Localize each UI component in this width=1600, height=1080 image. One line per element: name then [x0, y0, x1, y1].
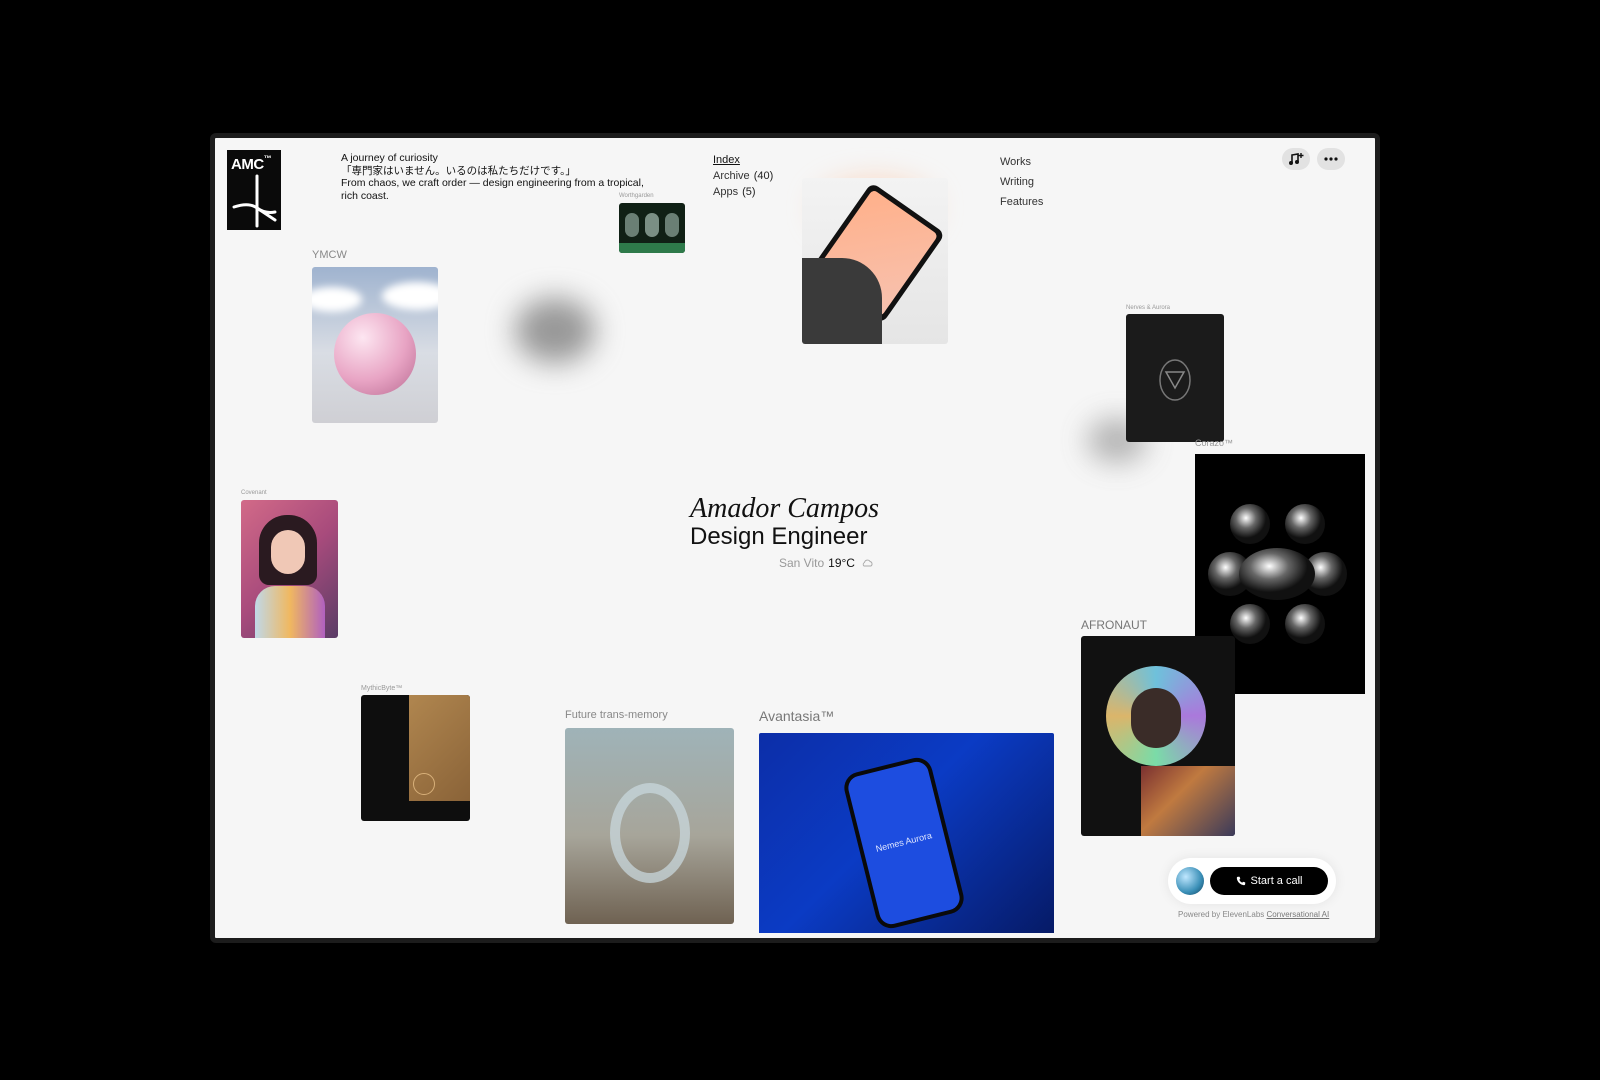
project-card-covenant[interactable]	[241, 500, 338, 638]
project-card-worthgarden[interactable]	[619, 203, 685, 253]
nav-archive-count: (40)	[753, 170, 774, 182]
phone-screen: Nemes Aurora	[845, 759, 963, 927]
site-tagline: A journey of curiosity 「専門家はいません。いるのは私たち…	[341, 152, 661, 202]
project-title-future-trans-memory: Future trans-memory	[565, 709, 668, 721]
project-card-future-trans-memory[interactable]	[565, 728, 734, 924]
nav-apps-label: Apps	[713, 186, 739, 198]
jacket-shape	[1141, 766, 1235, 836]
cloud-icon	[863, 559, 873, 567]
face-shape	[271, 530, 305, 574]
cloud-shape	[382, 282, 438, 310]
project-title-corazo: Corazo™	[1195, 438, 1234, 448]
nav-archive-label: Archive	[713, 170, 750, 182]
powered-by-text: Powered by ElevenLabs	[1178, 910, 1265, 919]
hero: Amador Campos Design Engineer San Vito 19…	[690, 493, 880, 570]
phone-icon	[1236, 876, 1245, 886]
tagline-line-2: 「専門家はいません。いるのは私たちだけです。」	[341, 164, 576, 177]
nav-apps[interactable]: Apps (5)	[713, 184, 773, 200]
start-call-label: Start a call	[1250, 875, 1303, 887]
nav-features[interactable]: Features	[1000, 192, 1043, 212]
project-card-nerves-aurora[interactable]	[1126, 314, 1224, 442]
green-base	[619, 243, 685, 253]
project-card-avantasia[interactable]: Nemes Aurora	[759, 733, 1054, 933]
agent-avatar	[1176, 867, 1204, 895]
iridescent-armor	[255, 586, 325, 638]
goblet-shape	[625, 213, 639, 237]
weather-readout: San Vito 19°C	[779, 556, 873, 570]
more-button[interactable]	[1317, 148, 1345, 170]
voice-call-widget: Start a call	[1168, 858, 1336, 904]
goblet-shape	[645, 213, 659, 237]
tagline-line-3: From chaos, we craft order — design engi…	[341, 177, 644, 189]
nav-index[interactable]: Index	[713, 152, 773, 168]
goblet-shape	[665, 213, 679, 237]
music-button[interactable]	[1282, 148, 1310, 170]
primary-nav: Index Archive (40) Apps (5)	[713, 152, 773, 200]
nav-works[interactable]: Works	[1000, 152, 1043, 172]
project-title-afronaut: AFRONAUT	[1081, 618, 1147, 632]
project-card-afronaut[interactable]	[1081, 636, 1235, 836]
conversational-ai-link[interactable]: Conversational AI	[1267, 910, 1330, 919]
project-card-tablet[interactable]	[802, 178, 948, 344]
more-dots-icon	[1324, 157, 1338, 161]
phone-screen-text: Nemes Aurora	[874, 830, 933, 854]
project-card-ymcw[interactable]	[312, 267, 438, 423]
tagline-line-4: rich coast.	[341, 189, 389, 202]
amc-logo[interactable]: AMC™	[227, 150, 281, 230]
project-title-covenant: Covenant	[241, 490, 267, 496]
project-title-worthgarden: Worthgarden	[619, 193, 654, 199]
powered-by: Powered by ElevenLabs Conversational AI	[1178, 910, 1329, 919]
project-title-avantasia: Avantasia™	[759, 708, 835, 724]
tagline-line-1: A journey of curiosity	[341, 152, 438, 164]
project-title-ymcw: YMCW	[312, 249, 347, 261]
hand-shape	[802, 258, 882, 344]
hero-role: Design Engineer	[690, 523, 868, 550]
browser-window: AMC™ A journey of curiosity 「専門家はいません。いる…	[210, 133, 1380, 943]
nav-writing[interactable]: Writing	[1000, 172, 1043, 192]
cloud-shape	[312, 287, 362, 312]
nav-archive[interactable]: Archive (40)	[713, 168, 773, 184]
logo-text: AMC	[231, 156, 264, 173]
weather-city: San Vito	[779, 556, 825, 570]
glass-ring	[610, 783, 690, 883]
project-title-mythicbyte: MythicByte™	[361, 685, 403, 692]
phone-frame: Nemes Aurora	[840, 754, 968, 932]
shield-emblem-icon	[1159, 359, 1191, 401]
project-card-mythicbyte[interactable]	[361, 695, 470, 821]
pink-sphere	[334, 313, 416, 395]
logo-glyph-icon	[232, 174, 277, 228]
weather-temp: 19°C	[828, 556, 855, 570]
project-title-nerves-aurora: Nerves & Aurora	[1126, 305, 1171, 311]
star-emblem-icon	[413, 773, 435, 795]
secondary-nav: Works Writing Features	[1000, 152, 1043, 212]
start-call-button[interactable]: Start a call	[1210, 867, 1328, 895]
face-shape	[1131, 688, 1181, 748]
logo-trademark: ™	[263, 154, 272, 163]
hero-name: Amador Campos	[690, 493, 880, 524]
decorative-blob	[515, 298, 595, 363]
music-plus-icon	[1289, 153, 1304, 165]
nav-apps-count: (5)	[742, 186, 756, 198]
